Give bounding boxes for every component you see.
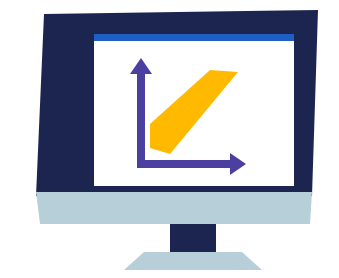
monitor-chin — [36, 192, 312, 224]
illustration-canvas — [0, 0, 339, 278]
monitor-icon — [36, 10, 318, 270]
screen-top-bar — [94, 34, 294, 41]
stand-neck — [170, 224, 216, 252]
stand-base — [124, 252, 262, 270]
